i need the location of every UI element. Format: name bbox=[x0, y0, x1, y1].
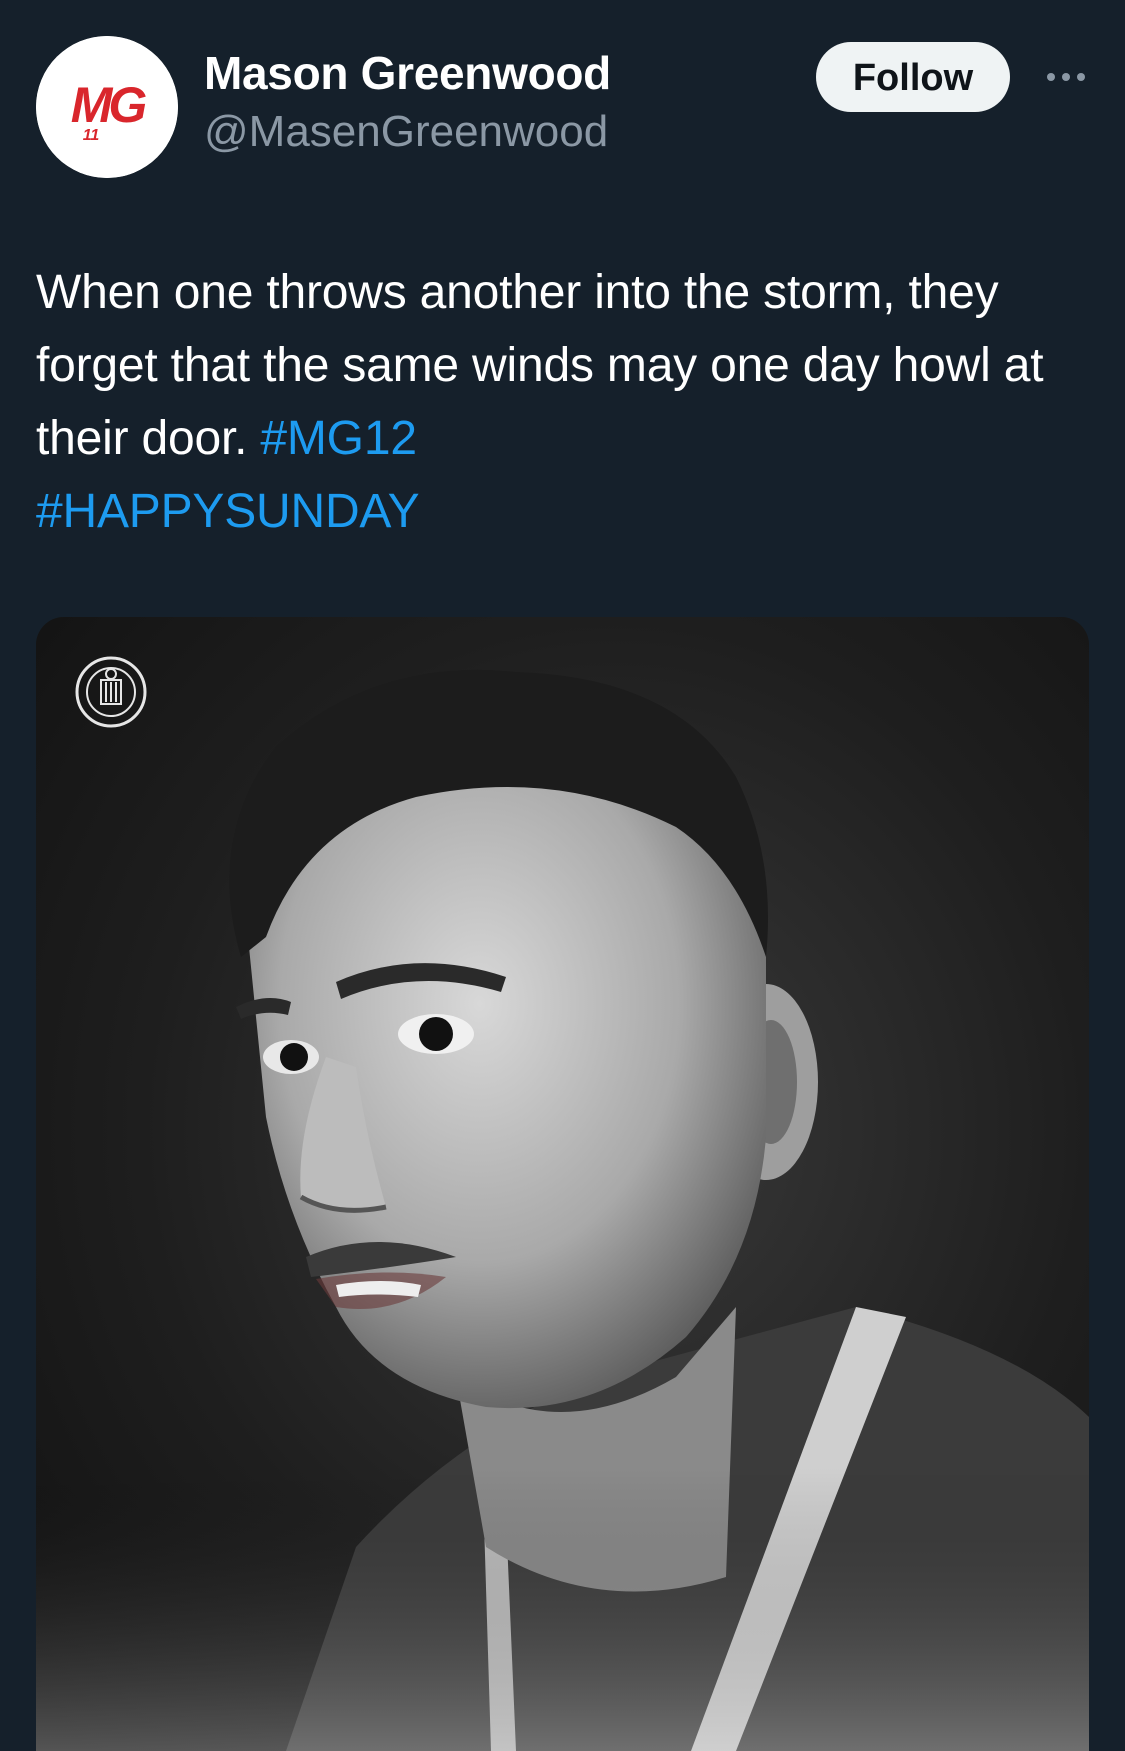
display-name[interactable]: Mason Greenwood bbox=[204, 44, 611, 102]
dot bbox=[1077, 73, 1085, 81]
hashtag-link[interactable]: #HAPPYSUNDAY bbox=[36, 485, 420, 538]
club-crest-icon bbox=[75, 656, 147, 728]
portrait-image bbox=[36, 617, 1089, 1751]
avatar-number: 11 bbox=[83, 127, 100, 144]
dot bbox=[1062, 73, 1070, 81]
avatar[interactable]: MG 11 bbox=[36, 36, 178, 178]
tweet-card: MG 11 Mason Greenwood @MasenGreenwood Fo… bbox=[0, 0, 1125, 1751]
tweet-body: When one throws another into the storm, … bbox=[36, 266, 1044, 465]
user-handle[interactable]: @MasenGreenwood bbox=[204, 102, 611, 162]
follow-button[interactable]: Follow bbox=[816, 42, 1010, 112]
dot bbox=[1047, 73, 1055, 81]
ellipsis-icon[interactable] bbox=[1036, 60, 1096, 94]
author-names: Mason Greenwood @MasenGreenwood bbox=[204, 44, 611, 162]
avatar-letters: MG bbox=[71, 77, 147, 133]
hashtag-link[interactable]: #MG12 bbox=[260, 412, 417, 465]
mg-logo-icon: MG 11 bbox=[36, 36, 178, 178]
tweet-photo[interactable] bbox=[36, 617, 1089, 1751]
tweet-header: MG 11 Mason Greenwood @MasenGreenwood Fo… bbox=[36, 36, 1096, 178]
tweet-text: When one throws another into the storm, … bbox=[36, 256, 1076, 548]
